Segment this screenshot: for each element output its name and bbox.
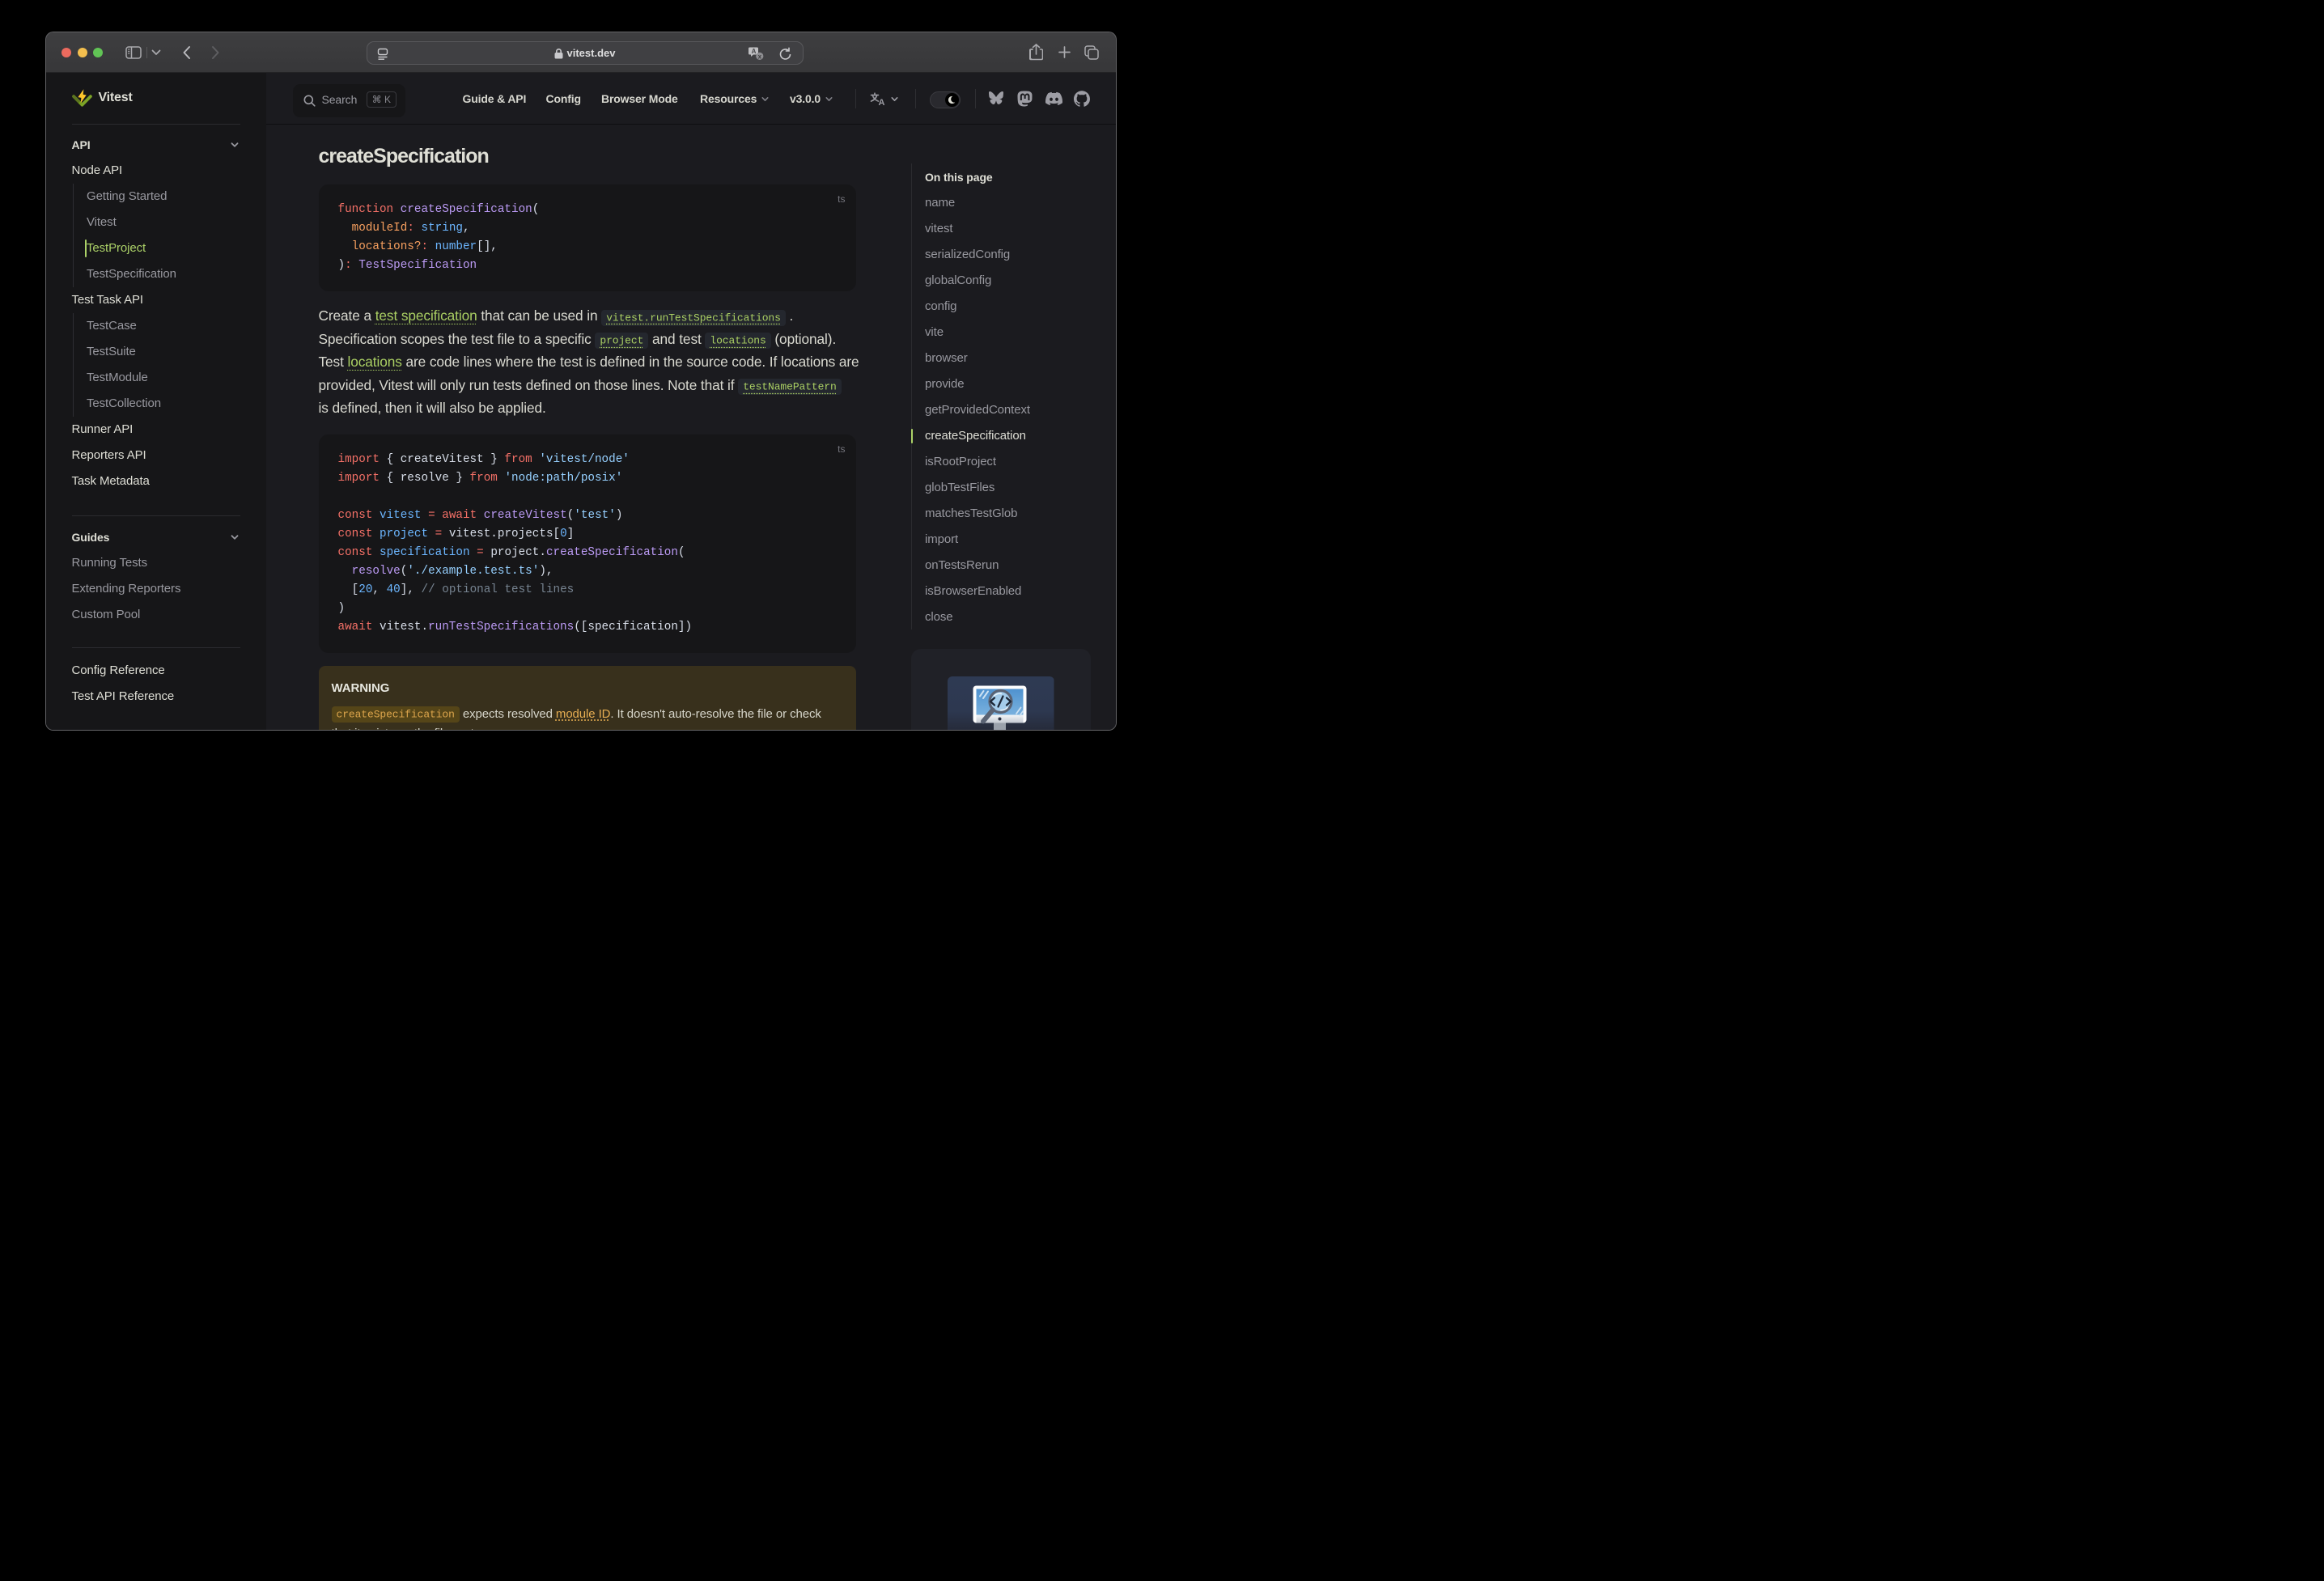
svg-text:x: x xyxy=(757,53,761,60)
svg-text:A: A xyxy=(751,48,756,55)
svg-text:A: A xyxy=(878,98,884,106)
